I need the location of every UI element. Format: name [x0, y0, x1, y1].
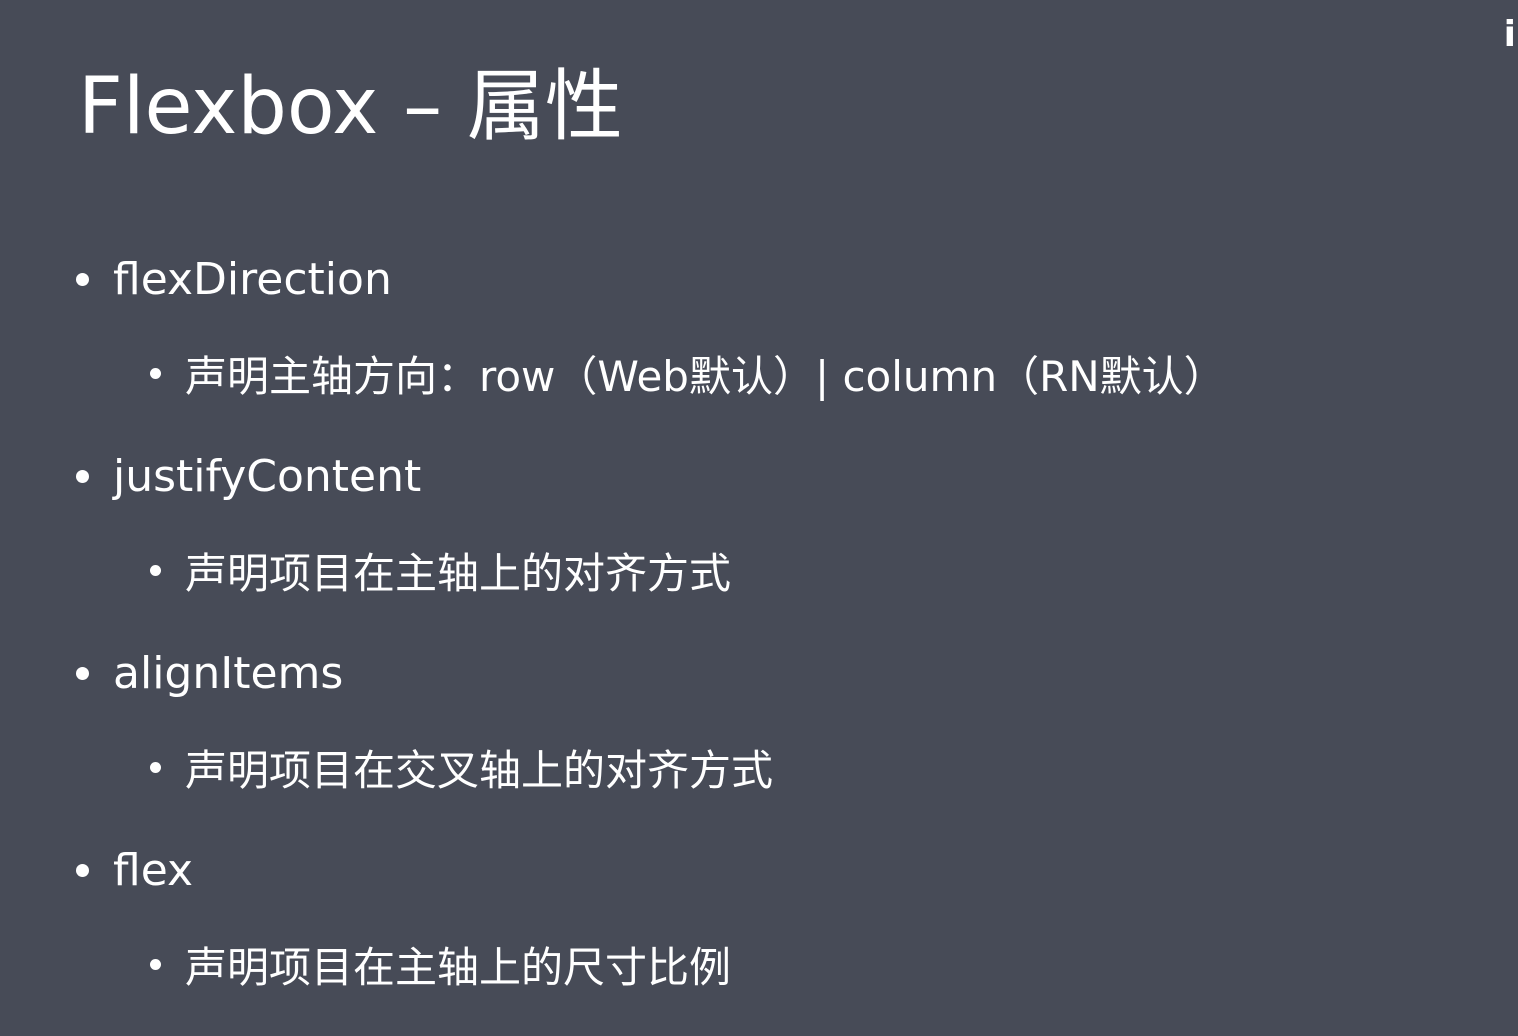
- slide: Flexbox – 属性 i flexDirection 声明主轴方向：row（…: [0, 0, 1518, 1028]
- property-description: 声明项目在主轴上的尺寸比例: [185, 942, 732, 992]
- property-list: flexDirection 声明主轴方向：row（Web默认）| column（…: [76, 248, 1476, 1036]
- property-description: 声明主轴方向：row（Web默认）| column（RN默认）: [185, 351, 1226, 401]
- list-item: flexDirection 声明主轴方向：row（Web默认）| column（…: [76, 248, 1476, 445]
- slide-title: Flexbox – 属性: [78, 62, 623, 152]
- bullet-dot-icon: [150, 564, 161, 576]
- bullet-level-2: 声明主轴方向：row（Web默认）| column（RN默认）: [150, 342, 1226, 404]
- bullet-dot-icon: [150, 761, 161, 773]
- bullet-level-1: flex: [76, 839, 193, 901]
- property-name: justifyContent: [113, 450, 422, 502]
- bullet-dot-icon: [150, 367, 161, 379]
- bullet-level-1: justifyContent: [76, 445, 421, 507]
- list-item: justifyContent 声明项目在主轴上的对齐方式: [76, 445, 1476, 642]
- list-item: alignItems 声明项目在交叉轴上的对齐方式: [76, 642, 1476, 839]
- bullet-dot-icon: [76, 863, 89, 877]
- bullet-dot-icon: [76, 666, 89, 680]
- bullet-dot-icon: [76, 469, 89, 483]
- bullet-level-1: alignItems: [76, 642, 343, 704]
- list-item: flex 声明项目在主轴上的尺寸比例: [76, 839, 1476, 1036]
- bullet-level-2: 声明项目在主轴上的尺寸比例: [150, 933, 731, 995]
- property-name: alignItems: [113, 647, 344, 699]
- bullet-dot-icon: [76, 272, 89, 286]
- property-description: 声明项目在主轴上的对齐方式: [185, 548, 732, 598]
- property-description: 声明项目在交叉轴上的对齐方式: [185, 745, 774, 795]
- bullet-level-2: 声明项目在交叉轴上的对齐方式: [150, 736, 773, 798]
- property-name: flex: [113, 844, 194, 896]
- corner-mark: i: [1503, 14, 1516, 55]
- bullet-dot-icon: [150, 958, 161, 970]
- bullet-level-1: flexDirection: [76, 248, 392, 310]
- property-name: flexDirection: [113, 253, 392, 305]
- bullet-level-2: 声明项目在主轴上的对齐方式: [150, 539, 731, 601]
